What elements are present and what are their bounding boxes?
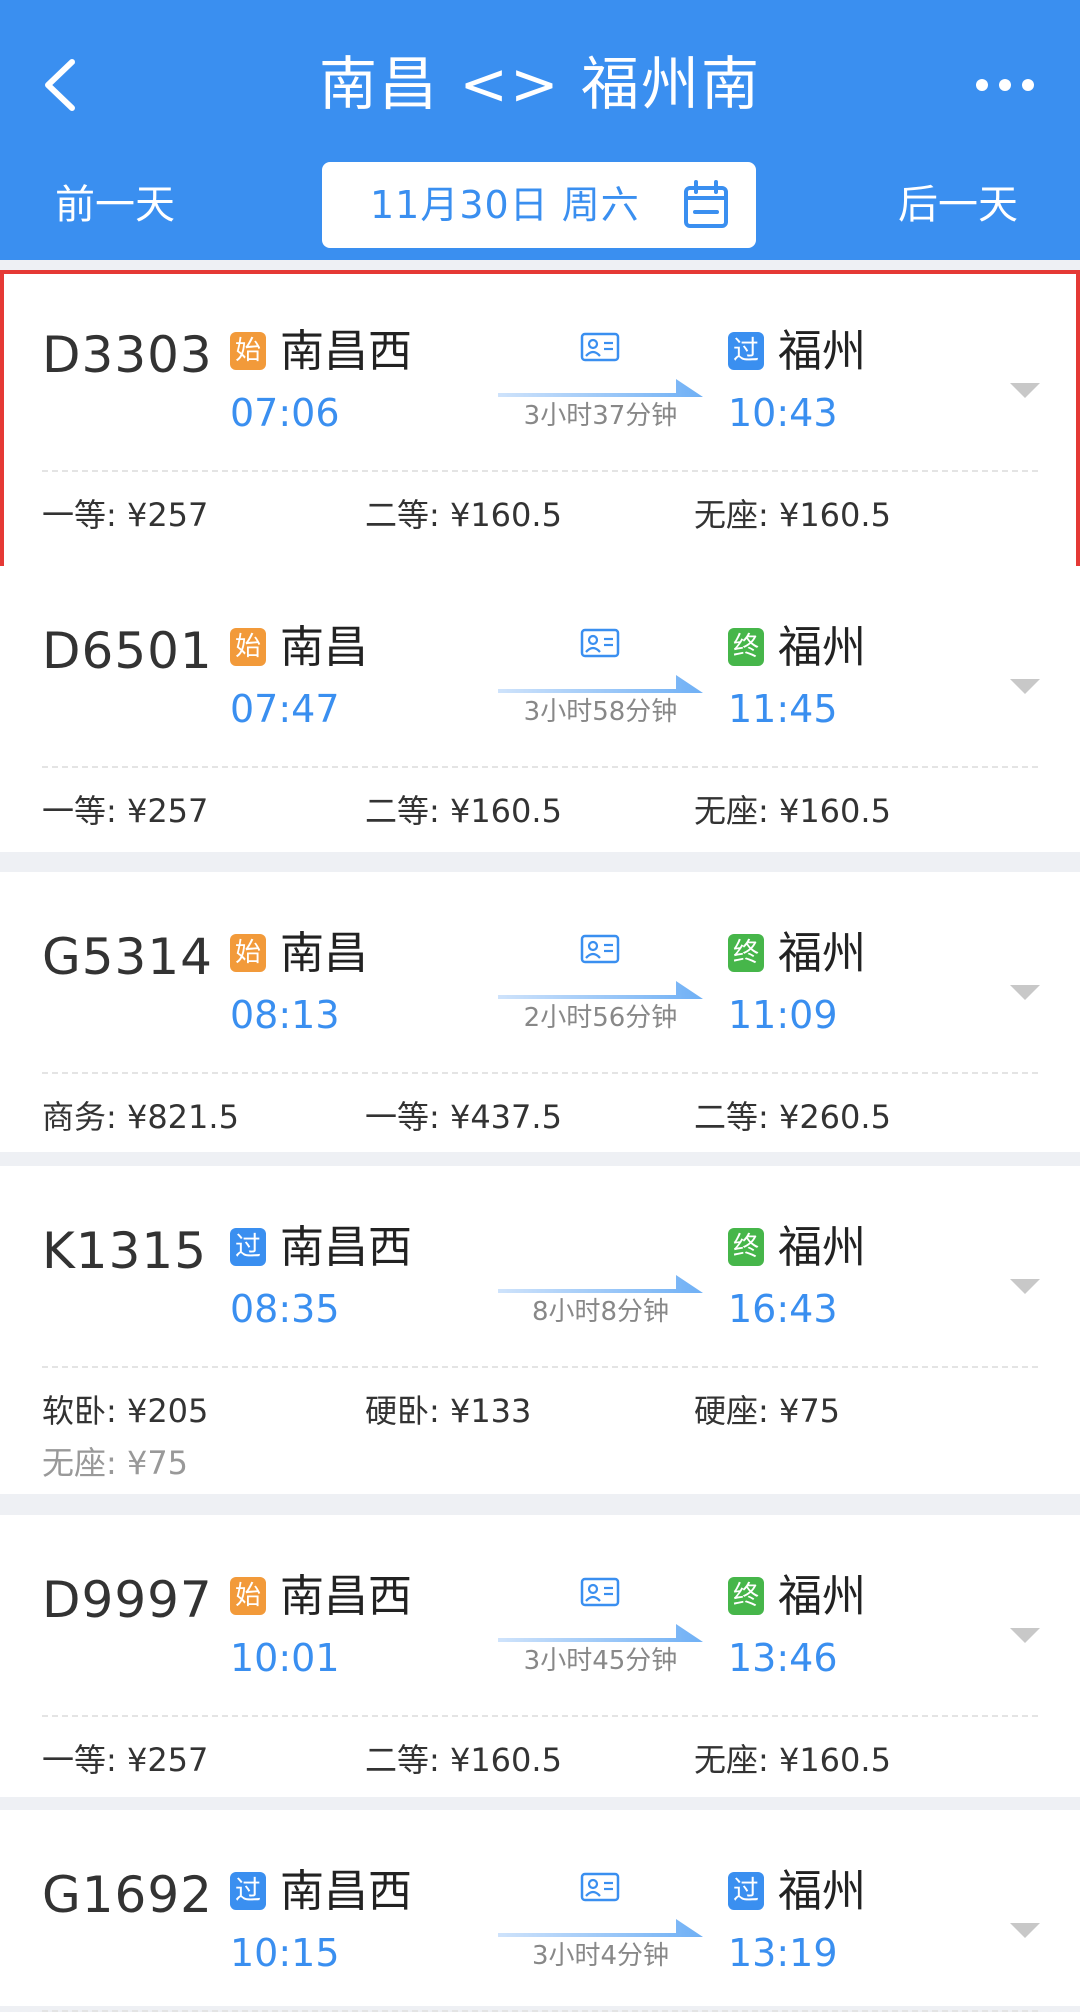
arrival-time: 13:46: [728, 1636, 838, 1680]
date-picker-button[interactable]: 11月30日 周六: [322, 162, 756, 248]
chevron-down-icon[interactable]: [1008, 980, 1042, 1004]
seat-price: 二等: ¥260.5: [694, 1098, 891, 1136]
train-card[interactable]: G5314 始南昌 08:13 2小时56分钟 终福州 11:09 商务: ¥821.5…: [0, 872, 1080, 1152]
seat-price: 一等: ¥257: [42, 496, 209, 534]
calendar-icon: [684, 180, 728, 228]
from-station: 南昌西: [280, 1866, 412, 1917]
from-station-badge: 始: [230, 934, 266, 972]
travel-duration: 2小时56分钟: [523, 1003, 678, 1033]
seat-price: 软卧: ¥205: [42, 1392, 209, 1430]
from-station-badge: 始: [230, 628, 266, 666]
id-card-icon: [580, 332, 620, 362]
from-station-badge: 始: [230, 332, 266, 370]
seat-price: 无座: ¥160.5: [694, 792, 891, 830]
chevron-down-icon[interactable]: [1008, 1623, 1042, 1647]
divider: [42, 470, 1038, 472]
arrival-time: 11:09: [728, 993, 838, 1037]
next-day-button[interactable]: 后一天: [898, 175, 1018, 235]
seat-price: 二等: ¥160.5: [365, 1741, 562, 1779]
date-label: 11月30日 周六: [370, 183, 640, 227]
arrival-time: 16:43: [728, 1287, 838, 1331]
divider: [42, 1366, 1038, 1368]
id-card-icon: [580, 1872, 620, 1902]
more-dots-icon[interactable]: [970, 60, 1040, 110]
train-number: K1315: [42, 1222, 208, 1280]
departure-time: 08:13: [230, 993, 340, 1037]
train-number: G5314: [42, 928, 213, 986]
train-card[interactable]: K1315 过南昌西 08:35 8小时8分钟 终福州 16:43 软卧: ¥205 硬卧…: [0, 1166, 1080, 1494]
page-title: 南昌 <> 福州南: [318, 50, 762, 118]
travel-duration: 3小时45分钟: [523, 1646, 678, 1676]
departure-time: 10:15: [230, 1931, 340, 1975]
from-station: 南昌西: [280, 326, 412, 377]
to-station: 福州: [778, 1866, 866, 1917]
from-station-badge: 过: [230, 1228, 266, 1266]
travel-duration: 3小时4分钟: [531, 1941, 670, 1971]
chevron-down-icon[interactable]: [1008, 1918, 1042, 1942]
from-station: 南昌西: [280, 1222, 412, 1273]
departure-time: 07:47: [230, 687, 340, 731]
departure-time: 08:35: [230, 1287, 340, 1331]
chevron-down-icon[interactable]: [1008, 1274, 1042, 1298]
arrival-time: 11:45: [728, 687, 838, 731]
seat-price: 二等: ¥160.5: [365, 496, 562, 534]
departure-time: 10:01: [230, 1636, 340, 1680]
from-station-badge: 始: [230, 1577, 266, 1615]
id-card-icon: [580, 934, 620, 964]
seat-price: 硬座: ¥75: [694, 1392, 841, 1430]
divider: [42, 1072, 1038, 1074]
train-number: D9997: [42, 1571, 213, 1629]
train-number: D3303: [42, 326, 213, 384]
train-card[interactable]: D6501 始南昌 07:47 3小时58分钟 终福州 11:45 一等: ¥257 二等…: [0, 566, 1080, 852]
prev-day-button[interactable]: 前一天: [55, 175, 175, 235]
arrival-time: 13:19: [728, 1931, 838, 1975]
from-station-badge: 过: [230, 1872, 266, 1910]
from-station: 南昌: [280, 622, 368, 673]
seat-price: 无座: ¥160.5: [694, 496, 891, 534]
id-card-icon: [580, 1577, 620, 1607]
header-bar: 南昌 <> 福州南 前一天 11月30日 周六 后一天: [0, 0, 1080, 260]
from-station: 南昌: [280, 928, 368, 979]
divider: [42, 1715, 1038, 1717]
train-card[interactable]: D3303 始南昌西 07:06 3小时37分钟 过福州 10:43 一等: ¥257 二…: [0, 270, 1080, 574]
travel-duration: 3小时58分钟: [523, 697, 678, 727]
to-station-badge: 终: [728, 628, 764, 666]
seat-price: 无座: ¥75: [42, 1444, 189, 1482]
train-card[interactable]: G1692 过南昌西 10:15 3小时4分钟过福州 13:19: [0, 1810, 1080, 2012]
train-card[interactable]: D9997 始南昌西 10:01 3小时45分钟 终福州 13:46 一等: ¥257 二…: [0, 1515, 1080, 1797]
to-station: 福州: [778, 1222, 866, 1273]
seat-price: 一等: ¥257: [42, 792, 209, 830]
to-station-badge: 终: [728, 934, 764, 972]
to-station: 福州: [778, 1571, 866, 1622]
to-station: 福州: [778, 622, 866, 673]
travel-duration: 8小时8分钟: [531, 1297, 670, 1327]
seat-price: 一等: ¥257: [42, 1741, 209, 1779]
arrival-time: 10:43: [728, 391, 838, 435]
to-station-badge: 终: [728, 1228, 764, 1266]
to-station: 福州: [778, 326, 866, 377]
seat-price: 一等: ¥437.5: [365, 1098, 562, 1136]
chevron-down-icon[interactable]: [1008, 378, 1042, 402]
seat-price: 硬卧: ¥133: [365, 1392, 532, 1430]
to-station: 福州: [778, 928, 866, 979]
travel-duration: 3小时37分钟: [523, 401, 678, 431]
id-card-icon: [580, 628, 620, 658]
to-station-badge: 终: [728, 1577, 764, 1615]
to-station-badge: 过: [728, 1872, 764, 1910]
from-station: 南昌西: [280, 1571, 412, 1622]
train-number: D6501: [42, 622, 213, 680]
chevron-down-icon[interactable]: [1008, 674, 1042, 698]
seat-price: 商务: ¥821.5: [42, 1098, 239, 1136]
to-station-badge: 过: [728, 332, 764, 370]
seat-price: 无座: ¥160.5: [694, 1741, 891, 1779]
departure-time: 07:06: [230, 391, 340, 435]
divider: [42, 766, 1038, 768]
seat-price: 二等: ¥160.5: [365, 792, 562, 830]
train-number: G1692: [42, 1866, 213, 1924]
